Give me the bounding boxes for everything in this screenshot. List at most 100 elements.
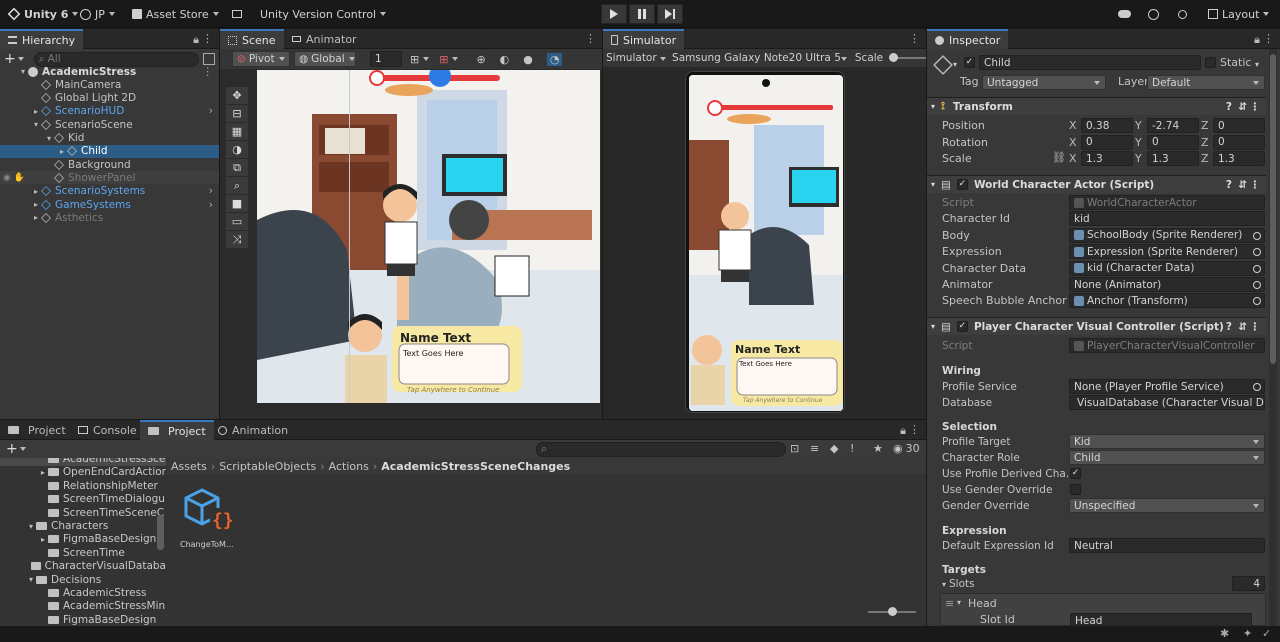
database-field[interactable]: VisualDatabase (Character Visual D: [1069, 395, 1265, 410]
expand-arrow-icon[interactable]: ▸: [0, 147, 67, 156]
object-name-input[interactable]: Child: [979, 55, 1201, 70]
scale-x-input[interactable]: 1.3: [1081, 151, 1133, 167]
prefab-open-icon[interactable]: ›: [209, 185, 213, 197]
scene-viewport[interactable]: Name Text Text Goes Here Tap Anywhere to…: [257, 70, 600, 403]
prefab-open-icon[interactable]: ›: [209, 105, 213, 117]
asset-store-button[interactable]: Asset Store: [132, 5, 219, 23]
rotation-z-input[interactable]: 0: [1213, 134, 1265, 150]
more-menu-icon[interactable]: ⋮: [202, 32, 213, 45]
project-folder-item[interactable]: ▸ FigmaBaseDesign: [0, 532, 166, 546]
axis-label[interactable]: X: [1069, 119, 1077, 132]
position-x-input[interactable]: 0.38: [1081, 118, 1133, 133]
gender-override-dropdown[interactable]: Unspecified: [1069, 498, 1265, 513]
add-button[interactable]: +: [6, 441, 18, 457]
collapse-icon[interactable]: ▾: [957, 598, 961, 607]
grid-snap-icon[interactable]: ⊞: [410, 53, 419, 66]
axis-label[interactable]: Z: [1201, 152, 1209, 165]
inspector-scrollbar[interactable]: [1269, 49, 1277, 626]
pause-button[interactable]: [629, 4, 655, 24]
project-folder-item[interactable]: ScreenTime: [0, 546, 166, 560]
camera-icon[interactable]: ■: [226, 195, 248, 213]
axis-label[interactable]: X: [1069, 136, 1077, 149]
hierarchy-item[interactable]: ▾ AcademicStress ⋮: [0, 65, 219, 78]
rotate-icon[interactable]: ◑: [226, 141, 248, 159]
project-folder-item[interactable]: ▾ Characters: [0, 519, 166, 533]
lighting-icon[interactable]: ●: [523, 53, 533, 66]
component-menu-icon[interactable]: ⋮: [1250, 179, 1261, 191]
expand-arrow-icon[interactable]: ▾: [0, 522, 36, 531]
tab-project-2[interactable]: Project: [140, 420, 214, 440]
position-z-input[interactable]: 0: [1213, 118, 1265, 133]
component-menu-icon[interactable]: ⋮: [1250, 101, 1261, 113]
lock-icon[interactable]: 🔒︎: [193, 33, 199, 47]
more-menu-icon[interactable]: ⋮: [1263, 32, 1274, 45]
expand-arrow-icon[interactable]: ▸: [0, 200, 41, 209]
wca-field-4[interactable]: kid (Character Data): [1069, 260, 1265, 276]
tab-simulator[interactable]: Simulator: [603, 29, 685, 49]
tab-hierarchy[interactable]: Hierarchy: [0, 29, 84, 49]
tab-animation[interactable]: Animation: [210, 420, 296, 440]
project-folder-item[interactable]: AcademicStressMin: [0, 599, 166, 613]
constrain-proportions-icon[interactable]: ⛓: [1052, 151, 1066, 164]
tab-project-1[interactable]: Project: [0, 420, 74, 440]
layout-dropdown[interactable]: Layout: [1208, 5, 1270, 23]
grid-visibility-icon[interactable]: ⊞: [439, 53, 448, 66]
lock-icon[interactable]: 🔒︎: [1254, 33, 1260, 47]
tab-inspector[interactable]: Inspector: [927, 29, 1009, 49]
hierarchy-item[interactable]: Global Light 2D: [0, 92, 219, 105]
more-menu-icon[interactable]: ⋮: [909, 423, 920, 436]
axis-label[interactable]: Y: [1135, 136, 1142, 149]
transform-header[interactable]: ▾ ⟟ Transform ? ⇵ ⋮: [927, 97, 1266, 115]
axis-label[interactable]: X: [1069, 152, 1077, 165]
search-by-type-icon[interactable]: ⊡: [790, 442, 799, 455]
preset-icon[interactable]: ⇵: [1238, 179, 1247, 191]
hierarchy-item[interactable]: ▸ ScenarioHUD ›: [0, 105, 219, 118]
device-screen[interactable]: Name Text Text Goes Here Tap Anywhere to…: [689, 75, 843, 411]
project-folder-item[interactable]: ▸ OpenEndCardActior: [0, 465, 166, 479]
render-mode-icon[interactable]: ◐: [500, 53, 510, 66]
more-menu-icon[interactable]: ⋮: [203, 66, 214, 78]
asset-tile[interactable]: {} ChangeToM...: [178, 482, 238, 552]
cloud-button[interactable]: [1118, 5, 1131, 23]
hierarchy-item[interactable]: Background: [0, 158, 219, 171]
use-gender-checkbox[interactable]: [1070, 484, 1081, 495]
breadcrumb-item[interactable]: Assets: [171, 460, 207, 473]
help-icon[interactable]: ?: [1226, 101, 1232, 113]
gameobject-icon-dropdown[interactable]: ▾: [953, 60, 957, 69]
object-picker-icon[interactable]: [1253, 264, 1261, 273]
breadcrumb-item[interactable]: ScriptableObjects: [219, 460, 316, 473]
visibility-icon[interactable]: ◉ ✋: [3, 173, 25, 183]
drag-handle-icon[interactable]: ≡: [945, 597, 954, 610]
prefab-open-icon[interactable]: ›: [209, 199, 213, 211]
favorite-icon[interactable]: ★: [873, 442, 883, 455]
profile-service-field[interactable]: None (Player Profile Service): [1069, 379, 1265, 394]
rotation-x-input[interactable]: 0: [1081, 134, 1133, 150]
search-icon[interactable]: ⌕: [226, 177, 248, 195]
mode-dropdown[interactable]: Simulator: [606, 52, 667, 64]
tab-animator[interactable]: Animator: [284, 29, 365, 49]
project-folder-item[interactable]: ScreenTimeDialogu: [0, 492, 166, 506]
axis-label[interactable]: Y: [1135, 152, 1142, 165]
project-folder-item[interactable]: ScreenTimeSceneC: [0, 506, 166, 520]
wca-field-3[interactable]: Expression (Sprite Renderer): [1069, 244, 1265, 260]
expand-arrow-icon[interactable]: ▾: [0, 120, 41, 129]
step-button[interactable]: [657, 4, 683, 24]
object-picker-icon[interactable]: [1253, 248, 1261, 257]
use-profile-checkbox[interactable]: ✓: [1070, 468, 1081, 479]
project-folder-item[interactable]: CharacterVisualDataba: [0, 559, 166, 573]
object-picker-icon[interactable]: [1253, 231, 1261, 240]
grid-size-input[interactable]: 1: [370, 51, 402, 67]
component-menu-icon[interactable]: ⋮: [1250, 321, 1261, 333]
layers-icon[interactable]: ⧉: [226, 159, 248, 177]
breadcrumb-item[interactable]: Actions: [329, 460, 369, 473]
scale-slider-thumb[interactable]: [889, 53, 899, 62]
hierarchy-item[interactable]: ShowerPanel ◉ ✋: [0, 171, 219, 185]
expand-arrow-icon[interactable]: ▾: [0, 575, 36, 584]
expand-arrow-icon[interactable]: ▾: [0, 134, 54, 143]
axis-label[interactable]: Y: [1135, 119, 1142, 132]
global-dropdown[interactable]: ◍ Global: [294, 51, 356, 67]
expand-icon[interactable]: [203, 53, 215, 65]
component-enabled-checkbox[interactable]: ✓: [956, 179, 968, 190]
wca-field-2[interactable]: SchoolBody (Sprite Renderer): [1069, 227, 1265, 243]
object-picker-icon[interactable]: [1253, 383, 1261, 391]
